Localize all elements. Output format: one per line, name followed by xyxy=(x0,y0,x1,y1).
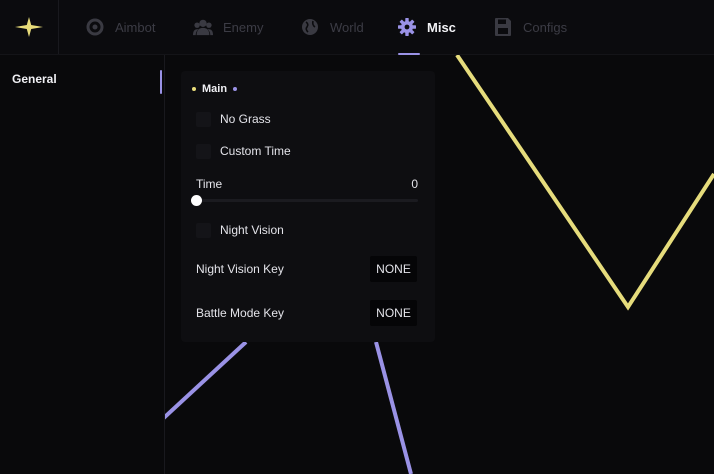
panel-header: Main xyxy=(192,83,238,95)
logo xyxy=(0,0,59,54)
main-settings-panel: Main No Grass Custom Time Time 0 Night V… xyxy=(181,71,435,342)
gear-icon xyxy=(397,17,417,37)
active-tab-indicator xyxy=(398,53,420,55)
tab-misc[interactable]: Misc xyxy=(397,0,456,55)
night-vision-option[interactable]: Night Vision xyxy=(196,221,284,239)
tab-enemy[interactable]: Enemy xyxy=(193,0,263,54)
sidebar-active-indicator xyxy=(160,70,162,94)
time-slider[interactable] xyxy=(191,195,418,206)
top-navigation-bar: Aimbot Enemy World Misc Configs xyxy=(0,0,714,55)
tab-world-label: World xyxy=(330,19,364,35)
sidebar: General xyxy=(0,55,165,474)
time-slider-value: 0 xyxy=(411,177,418,191)
yellow-zigzag-line xyxy=(455,53,714,311)
tab-configs[interactable]: Configs xyxy=(493,0,567,54)
tab-misc-label: Misc xyxy=(427,19,456,35)
tab-enemy-label: Enemy xyxy=(223,19,264,35)
time-slider-label: Time xyxy=(196,177,223,191)
save-icon xyxy=(493,17,513,37)
tab-configs-label: Configs xyxy=(523,19,568,35)
yellow-dot-icon xyxy=(192,87,196,91)
tab-aimbot[interactable]: Aimbot xyxy=(85,0,155,54)
crosshair-icon xyxy=(85,17,105,37)
night-vision-checkbox[interactable] xyxy=(196,222,211,238)
night-vision-label: Night Vision xyxy=(220,223,284,237)
custom-time-option[interactable]: Custom Time xyxy=(196,142,291,160)
globe-icon xyxy=(300,17,320,37)
battle-mode-key-label: Battle Mode Key xyxy=(196,306,285,320)
no-grass-option[interactable]: No Grass xyxy=(196,110,271,128)
users-icon xyxy=(193,17,213,37)
night-vision-key-button[interactable]: NONE xyxy=(370,256,417,282)
purple-vertical-line xyxy=(374,341,413,474)
sparkle-star-icon xyxy=(15,17,43,37)
night-vision-key-label: Night Vision Key xyxy=(196,262,284,276)
no-grass-label: No Grass xyxy=(220,112,271,126)
purple-dot-icon xyxy=(233,87,238,91)
no-grass-checkbox[interactable] xyxy=(196,111,211,127)
sidebar-item-general[interactable]: General xyxy=(12,72,57,86)
tab-world[interactable]: World xyxy=(300,0,364,54)
battle-mode-key-button[interactable]: NONE xyxy=(370,300,417,326)
custom-time-checkbox[interactable] xyxy=(196,143,211,159)
tab-aimbot-label: Aimbot xyxy=(115,19,156,35)
time-slider-handle[interactable] xyxy=(191,195,202,206)
panel-title: Main xyxy=(202,83,228,95)
custom-time-label: Custom Time xyxy=(220,144,291,158)
